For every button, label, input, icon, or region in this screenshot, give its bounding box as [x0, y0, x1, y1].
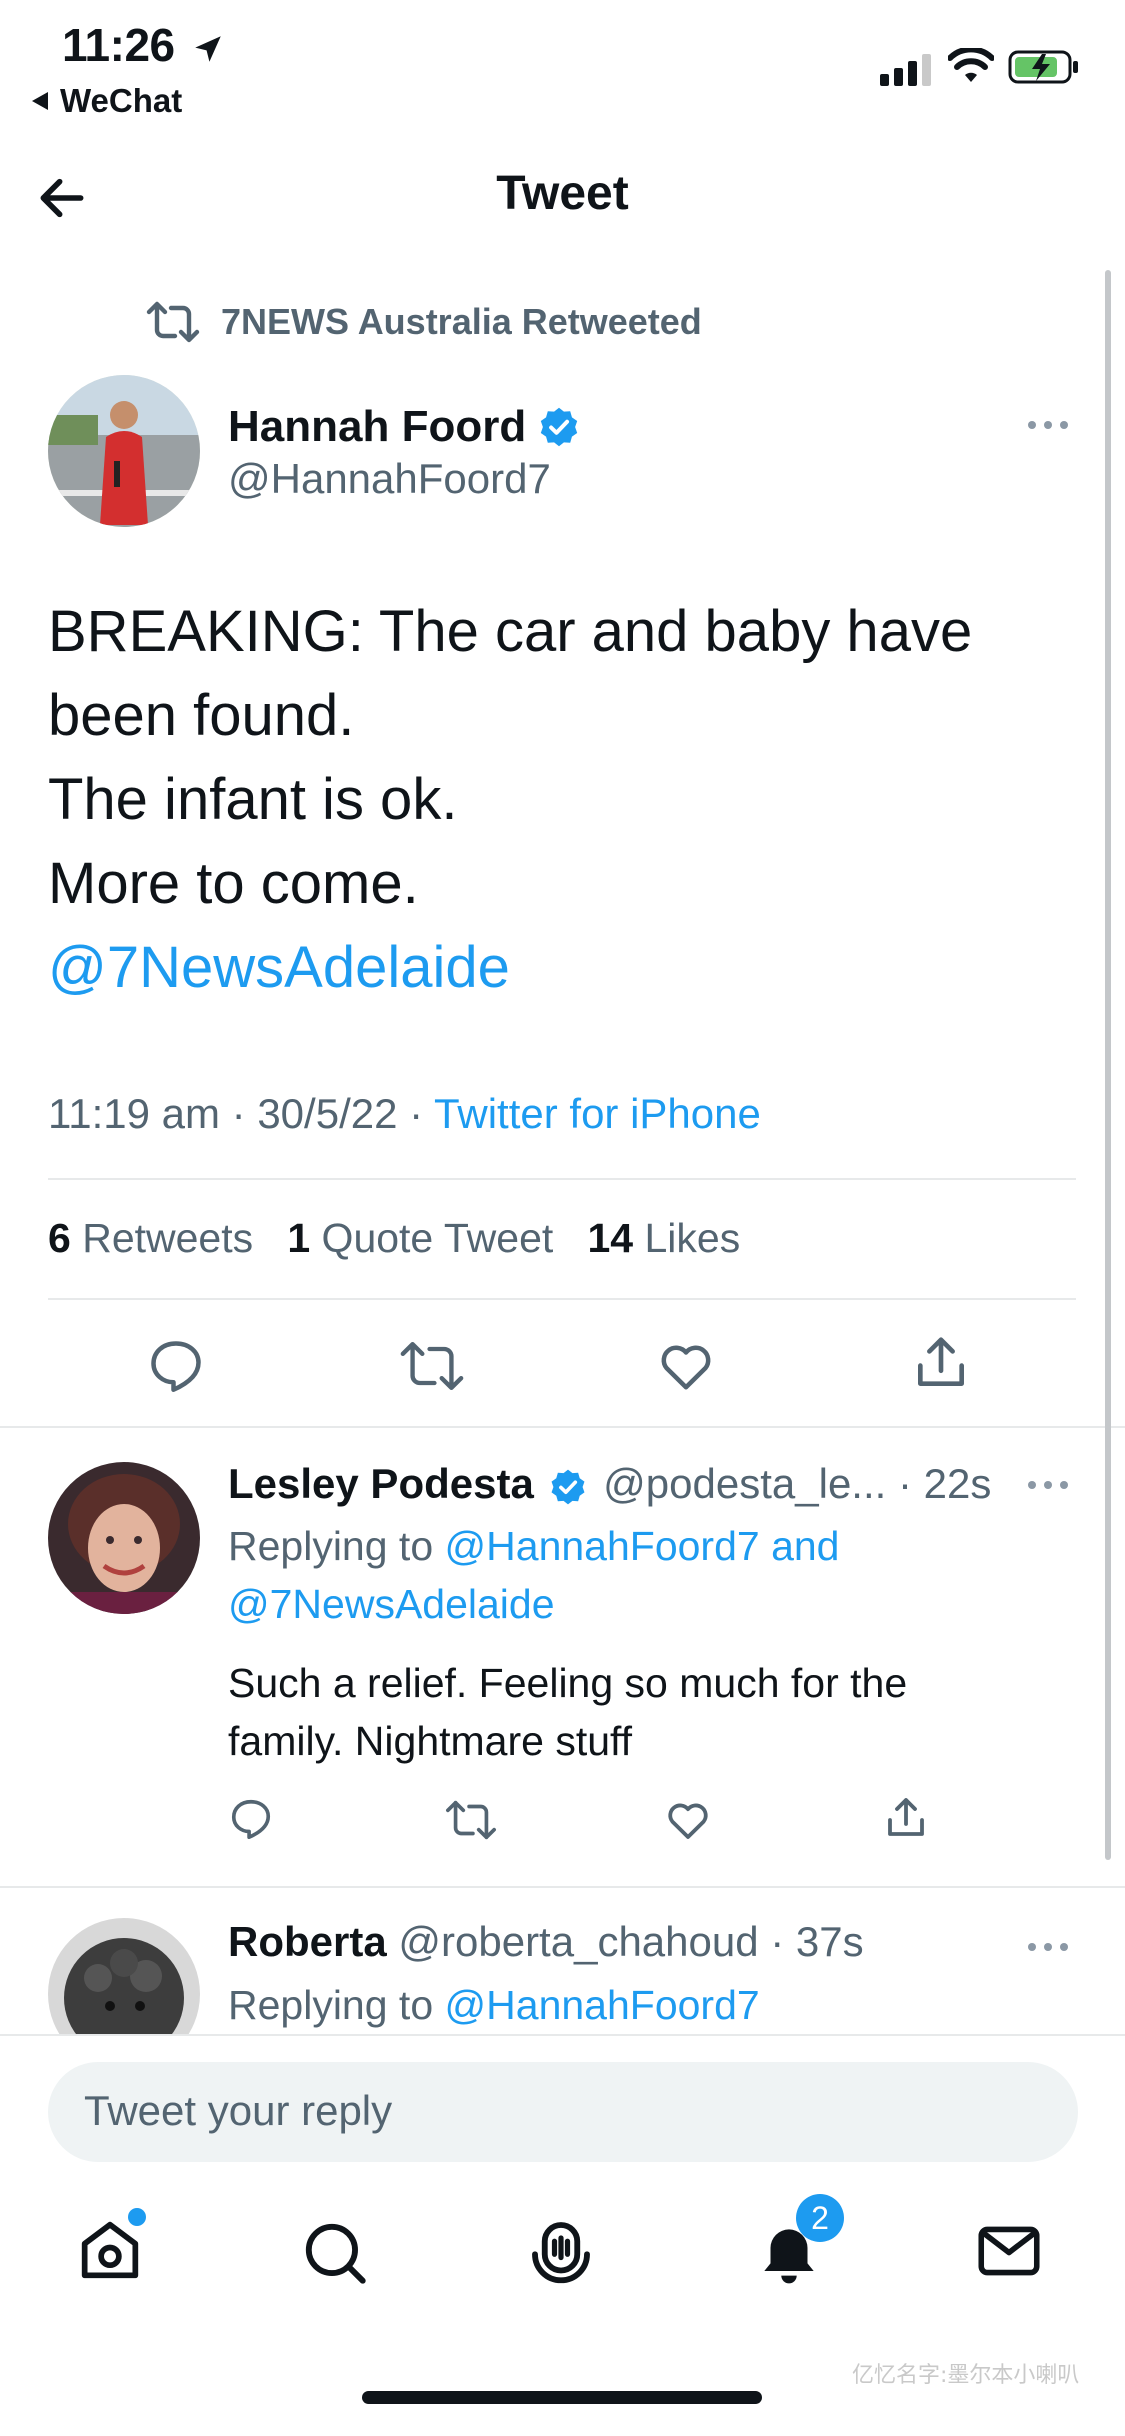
separator [0, 1426, 1125, 1428]
quotes-stat[interactable]: 1 Quote Tweet [287, 1215, 553, 1261]
tweet-text-line: BREAKING: The car and baby have [48, 599, 973, 664]
tab-notifications[interactable]: 2 [752, 2194, 844, 2294]
retweet-banner[interactable]: 7NEWS Australia Retweeted [145, 300, 702, 344]
tweet-text-line: The infant is ok. [48, 767, 458, 832]
retweet-banner-label: 7NEWS Australia Retweeted [221, 301, 702, 342]
search-icon[interactable] [298, 2216, 372, 2290]
replying-to-link[interactable]: @HannahFoord7 and [445, 1523, 840, 1569]
divider [48, 1178, 1076, 1180]
location-arrow-icon [195, 36, 221, 62]
tweet-date: 30/5/22 [257, 1090, 398, 1137]
replying-to: Replying to @HannahFoord7 and @7NewsAdel… [228, 1517, 839, 1633]
tweet-meta: 11:19 am · 30/5/22 · Twitter for iPhone [48, 1090, 761, 1137]
tweet-text-line: been found. [48, 683, 355, 748]
more-options-icon[interactable] [1026, 418, 1070, 432]
reply-header[interactable]: Roberta @roberta_chahoud · 37s [228, 1918, 864, 1966]
reply-header[interactable]: Lesley Podesta @podesta_le... · 22s [228, 1460, 991, 1508]
retweet-icon[interactable] [398, 1338, 466, 1394]
retweet-icon[interactable] [444, 1798, 498, 1842]
reply-icon[interactable] [228, 1796, 274, 1842]
more-options-icon[interactable] [1026, 1478, 1070, 1492]
reply-2-clip: Roberta @roberta_chahoud · 37s Replying … [0, 1888, 1125, 2034]
reply-icon[interactable] [146, 1336, 206, 1396]
battery-charging-icon [1008, 50, 1078, 84]
reply-author-name: Lesley Podesta [228, 1460, 534, 1507]
main-tweet-author-name[interactable]: Hannah Foord [228, 402, 580, 452]
share-icon[interactable] [910, 1332, 972, 1394]
separator [0, 2034, 1125, 2036]
signal-icon [880, 54, 931, 86]
page-title: Tweet [496, 167, 629, 220]
tweet-time: 11:19 am [48, 1090, 220, 1137]
home-indicator[interactable] [362, 2391, 762, 2404]
reply-author-handle: @podesta_le... [603, 1460, 887, 1507]
likes-stat[interactable]: 14 Likes [587, 1215, 740, 1261]
like-heart-icon[interactable] [656, 1336, 716, 1396]
replying-to: Replying to @HannahFoord7 [228, 1982, 760, 2028]
notifications-badge: 2 [796, 2194, 844, 2242]
unread-dot [128, 2208, 146, 2226]
wifi-icon [948, 48, 994, 82]
main-tweet-author-handle[interactable]: @HannahFoord7 [228, 455, 551, 503]
scrollbar[interactable] [1105, 270, 1111, 1860]
retweets-stat[interactable]: 6 Retweets [48, 1215, 253, 1261]
messages-icon[interactable] [972, 2214, 1046, 2288]
back-app-label: WeChat [60, 82, 183, 119]
replying-to-link[interactable]: @HannahFoord7 [445, 1982, 760, 2028]
reply-author-name: Roberta [228, 1918, 387, 1965]
tweet-source-link[interactable]: Twitter for iPhone [434, 1090, 761, 1137]
verified-badge-icon [552, 1469, 585, 1505]
mention-link[interactable]: @7NewsAdelaide [48, 926, 1088, 1010]
tweet-text-line: More to come. [48, 851, 419, 916]
back-triangle-icon [32, 92, 48, 110]
reply-text: Such a relief. Feeling so much for the f… [228, 1660, 908, 1764]
reply-time: · 22s [897, 1460, 992, 1507]
share-icon[interactable] [882, 1794, 930, 1842]
hannah-foord-avatar[interactable] [48, 375, 200, 527]
tweet-stats: 6 Retweets 1 Quote Tweet 14 Likes [48, 1215, 740, 1262]
watermark: 亿忆名字:墨尔本小喇叭 [852, 2363, 1080, 2388]
reply-input-placeholder: Tweet your reply [84, 2087, 393, 2134]
back-to-app-link[interactable]: WeChat [30, 82, 182, 120]
verified-badge-icon [541, 407, 578, 447]
lesley-podesta-avatar[interactable] [48, 1462, 200, 1614]
reply-author-handle: @roberta_chahoud [398, 1918, 759, 1965]
divider [48, 1298, 1076, 1300]
reply-time: · 37s [770, 1918, 864, 1965]
roberta-avatar[interactable] [48, 1918, 200, 2034]
more-options-icon[interactable] [1026, 1940, 1070, 1954]
replying-to-link[interactable]: @7NewsAdelaide [228, 1575, 839, 1633]
main-tweet-text: BREAKING: The car and baby have been fou… [48, 590, 1088, 1010]
retweet-icon [146, 301, 200, 343]
spaces-icon[interactable] [522, 2212, 600, 2290]
like-heart-icon[interactable] [664, 1796, 712, 1844]
status-time: 11:26 [62, 18, 225, 72]
tab-home[interactable] [72, 2208, 152, 2292]
